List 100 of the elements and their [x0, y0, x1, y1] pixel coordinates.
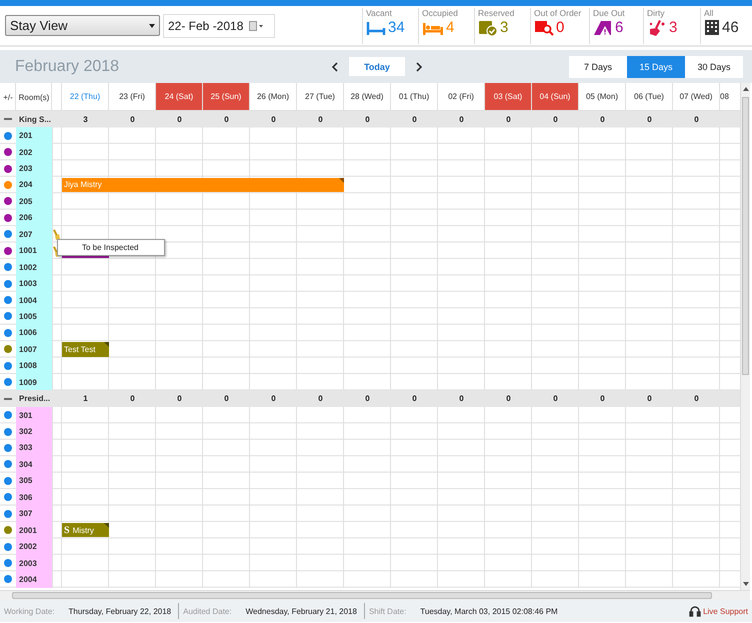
range-tab[interactable]: 15 Days — [627, 56, 685, 78]
stat-tile[interactable]: Vacant 34 — [362, 8, 418, 44]
room-number[interactable]: 1003 — [16, 275, 37, 292]
room-number[interactable]: 307 — [16, 506, 32, 522]
availability-count: 0 — [647, 114, 652, 126]
status-label: Shift Date: — [368, 606, 406, 616]
date-field[interactable]: 22- Feb -2018 — [163, 14, 275, 38]
availability-count: 0 — [553, 114, 558, 126]
stat-tile[interactable]: Due Out 6 — [589, 8, 643, 44]
stat-count: 6 — [615, 18, 624, 36]
room-number[interactable]: 1004 — [16, 292, 37, 308]
column-header: +/- — [2, 92, 14, 104]
stat-label: Dirty — [647, 8, 666, 18]
calendar-icon[interactable] — [249, 20, 264, 30]
status-value: Wednesday, February 21, 2018 — [246, 606, 357, 616]
context-menu[interactable]: To be Inspected — [57, 239, 165, 256]
room-number[interactable]: 1009 — [16, 374, 37, 390]
booking-bar[interactable]: S Mistry — [62, 522, 109, 538]
stat-tile[interactable]: Occupied 4 — [418, 8, 474, 44]
stat-count: 34 — [388, 18, 405, 36]
caret-icon — [149, 24, 155, 28]
room-number[interactable]: 306 — [16, 489, 32, 506]
stat-count: 3 — [500, 18, 508, 36]
badge-icon: S — [64, 524, 70, 536]
day-header[interactable]: 25 (Sun) — [203, 83, 250, 111]
room-number[interactable]: 1007 — [16, 341, 37, 358]
stat-count: 0 — [556, 18, 564, 36]
availability-count: 3 — [83, 114, 88, 126]
availability-count: 0 — [412, 393, 417, 406]
stat-label: Occupied — [422, 8, 459, 18]
room-number[interactable]: 203 — [16, 160, 32, 177]
collapse-icon[interactable] — [4, 398, 12, 400]
room-number[interactable]: 202 — [16, 144, 32, 160]
availability-count: 0 — [506, 114, 511, 126]
range-tab[interactable]: 7 Days — [569, 56, 627, 78]
view-dropdown[interactable]: Stay View — [5, 15, 160, 36]
room-number[interactable]: 1008 — [16, 358, 37, 374]
room-number[interactable]: 207 — [16, 226, 32, 242]
availability-count: 0 — [271, 393, 276, 406]
room-number[interactable]: 2003 — [16, 554, 37, 572]
room-type-name[interactable]: King S... — [16, 111, 51, 128]
availability-count: 0 — [694, 114, 699, 126]
collapse-icon[interactable] — [4, 118, 12, 120]
availability-count: 1 — [83, 393, 88, 406]
vertical-scrollbar[interactable] — [740, 83, 750, 590]
availability-count: 0 — [506, 393, 511, 406]
month-title: February 2018 — [15, 58, 120, 76]
room-number[interactable]: 302 — [16, 423, 32, 440]
room-number[interactable]: 1001 — [16, 242, 37, 259]
room-number[interactable]: 2001 — [16, 522, 37, 538]
room-number[interactable]: 201 — [16, 127, 32, 144]
bed-icon — [366, 20, 386, 36]
today-button[interactable]: Today — [349, 57, 405, 76]
room-type-name[interactable]: Presid... — [16, 390, 50, 407]
room-number[interactable]: 303 — [16, 440, 32, 456]
stat-count: 3 — [669, 18, 678, 36]
previous-icon[interactable] — [331, 60, 340, 72]
room-number[interactable]: 305 — [16, 472, 32, 490]
availability-count: 0 — [647, 393, 652, 406]
room-number[interactable]: 304 — [16, 456, 32, 473]
availability-count: 0 — [694, 393, 699, 406]
room-number[interactable]: 206 — [16, 210, 32, 226]
check-icon — [478, 19, 498, 36]
room-number[interactable]: 1002 — [16, 258, 37, 276]
live-support-link[interactable]: Live Support — [703, 606, 748, 616]
status-value: Thursday, February 22, 2018 — [68, 606, 172, 616]
stat-tile[interactable]: Reserved 3 — [474, 8, 530, 44]
availability-count: 0 — [600, 114, 605, 126]
day-header[interactable]: 03 (Sat) — [485, 83, 532, 111]
availability-count: 0 — [459, 114, 464, 126]
stat-tile[interactable]: Out of Order 0 — [530, 8, 589, 44]
availability-count: 0 — [365, 393, 370, 406]
room-number[interactable]: 205 — [16, 193, 32, 210]
availability-count: 0 — [459, 393, 464, 406]
day-header[interactable]: 24 (Sat) — [156, 83, 203, 111]
room-number[interactable]: 1006 — [16, 324, 37, 342]
horizontal-scrollbar[interactable] — [0, 590, 750, 600]
availability-count: 0 — [177, 393, 182, 406]
availability-count: 0 — [553, 393, 558, 406]
availability-count: 0 — [412, 114, 417, 126]
scroll-down-icon[interactable] — [742, 581, 750, 587]
status-value: Tuesday, March 03, 2015 02:08:46 PM — [420, 606, 558, 616]
next-icon[interactable] — [414, 60, 423, 72]
room-number[interactable]: 1005 — [16, 308, 37, 325]
booking-bar[interactable]: Test Test — [62, 342, 109, 357]
headset-icon — [689, 605, 702, 617]
room-number[interactable]: 2004 — [16, 571, 37, 588]
warning-icon — [593, 19, 613, 36]
room-number[interactable]: 2002 — [16, 538, 37, 555]
room-number[interactable]: 301 — [16, 406, 32, 424]
availability-count: 0 — [318, 114, 323, 126]
availability-count: 0 — [318, 393, 323, 406]
stat-label: Due Out — [593, 8, 626, 18]
range-tab[interactable]: 30 Days — [685, 56, 743, 78]
room-number[interactable]: 204 — [16, 176, 32, 194]
stat-tile[interactable]: Dirty 3 — [643, 8, 700, 44]
status-label: Audited Date: — [183, 606, 232, 616]
stat-tile[interactable]: All 46 — [700, 8, 746, 44]
scroll-up-icon[interactable] — [742, 86, 750, 92]
day-header[interactable]: 04 (Sun) — [532, 83, 579, 111]
